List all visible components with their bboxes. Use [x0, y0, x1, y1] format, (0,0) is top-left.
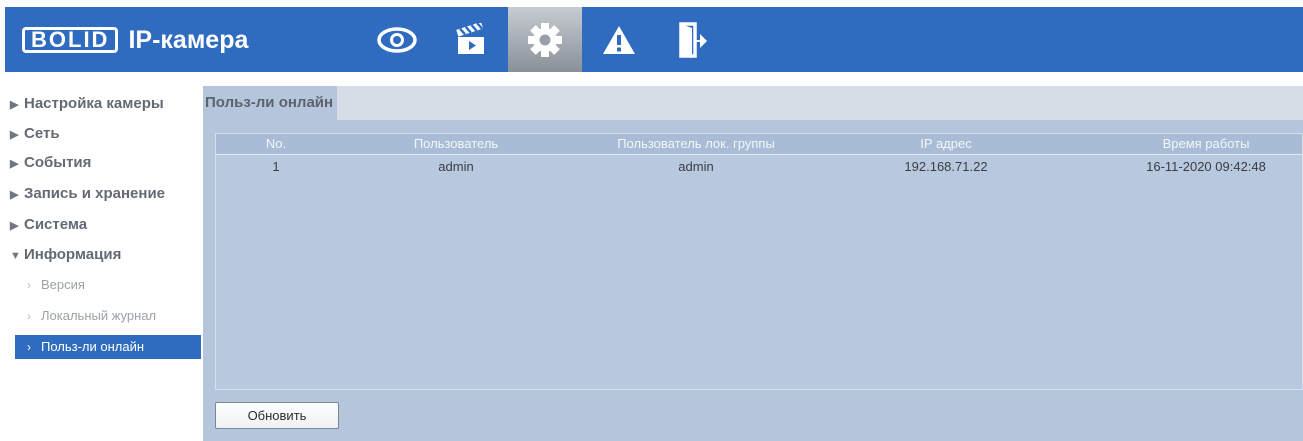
- sidebar-subitem-version[interactable]: › Версия: [15, 273, 201, 297]
- logo-text: IP-камера: [128, 25, 249, 54]
- online-users-table: No. Пользователь Пользователь лок. групп…: [215, 133, 1303, 390]
- logo: BOLID IP-камера: [22, 26, 248, 54]
- column-header-number[interactable]: No.: [216, 134, 336, 154]
- sidebar-item-label: События: [24, 154, 92, 171]
- warning-icon: [603, 25, 635, 54]
- column-header-uptime[interactable]: Время работы: [1116, 134, 1296, 154]
- refresh-button[interactable]: Обновить: [215, 402, 339, 429]
- cell-group: admin: [678, 159, 714, 174]
- sidebar-item-camera-settings[interactable]: ▶ Настройка камеры: [10, 92, 164, 116]
- nav-tab-alarm[interactable]: [582, 7, 656, 72]
- table-row[interactable]: 1 admin admin 192.168.71.22 16-11-2020 0…: [216, 155, 1302, 179]
- triangle-right-icon: ▶: [10, 99, 19, 111]
- nav-tab-live[interactable]: [360, 7, 434, 72]
- clapperboard-icon: [456, 22, 484, 54]
- sidebar-subitem-label: Версия: [41, 277, 85, 292]
- cell-uptime: 16-11-2020 09:42:48: [1146, 159, 1266, 174]
- triangle-down-icon: ▼: [10, 250, 21, 262]
- sidebar-item-events[interactable]: ▶ События: [10, 151, 91, 175]
- sidebar-subitem-label: Локальный журнал: [41, 308, 157, 323]
- triangle-right-icon: ▶: [10, 189, 19, 201]
- sidebar-item-label: Информация: [24, 246, 122, 263]
- main-nav: [360, 7, 730, 72]
- main-content: Польз-ли онлайн No. Пользователь Пользов…: [203, 86, 1303, 441]
- column-header-ip[interactable]: IP адрес: [856, 134, 1036, 154]
- chevron-right-icon: ›: [27, 340, 31, 354]
- sidebar-subitem-label: Польз-ли онлайн: [41, 339, 145, 354]
- sidebar-subitem-online-users[interactable]: › Польз-ли онлайн: [15, 335, 201, 359]
- sidebar-subitem-local-log[interactable]: › Локальный журнал: [15, 304, 201, 328]
- logo-mark: BOLID: [22, 27, 119, 53]
- sidebar-item-network[interactable]: ▶ Сеть: [10, 122, 60, 146]
- column-header-group[interactable]: Пользователь лок. группы: [586, 134, 806, 154]
- sidebar-item-system[interactable]: ▶ Система: [10, 213, 87, 237]
- sidebar-item-label: Настройка камеры: [24, 95, 164, 112]
- cell-user: admin: [438, 159, 474, 174]
- sidebar-item-information[interactable]: ▼ Информация: [10, 243, 121, 267]
- triangle-right-icon: ▶: [10, 129, 19, 141]
- sidebar-item-label: Система: [24, 216, 88, 233]
- tab-bar: Польз-ли онлайн: [203, 86, 1303, 120]
- table-header: No. Пользователь Пользователь лок. групп…: [216, 134, 1302, 155]
- sidebar: ▶ Настройка камеры ▶ Сеть ▶ События ▶ Запись…: [5, 86, 203, 441]
- sidebar-item-label: Сеть: [24, 125, 60, 142]
- chevron-right-icon: ›: [27, 278, 31, 292]
- logout-icon: [679, 21, 707, 58]
- column-header-user[interactable]: Пользователь: [356, 134, 556, 154]
- cell-ip: 192.168.71.22: [904, 159, 988, 174]
- top-header: BOLID IP-камера: [5, 7, 1303, 72]
- nav-tab-settings[interactable]: [508, 7, 582, 72]
- triangle-right-icon: ▶: [10, 220, 19, 232]
- eye-icon: [377, 26, 417, 53]
- sidebar-item-label: Запись и хранение: [24, 185, 166, 202]
- nav-tab-playback[interactable]: [434, 7, 508, 72]
- chevron-right-icon: ›: [27, 309, 31, 323]
- cell-number: 1: [272, 159, 280, 174]
- sidebar-item-storage[interactable]: ▶ Запись и хранение: [10, 182, 165, 206]
- tab-online-users[interactable]: Польз-ли онлайн: [203, 86, 338, 120]
- gear-icon: [528, 22, 562, 57]
- nav-tab-logout[interactable]: [656, 7, 730, 72]
- triangle-right-icon: ▶: [10, 158, 19, 170]
